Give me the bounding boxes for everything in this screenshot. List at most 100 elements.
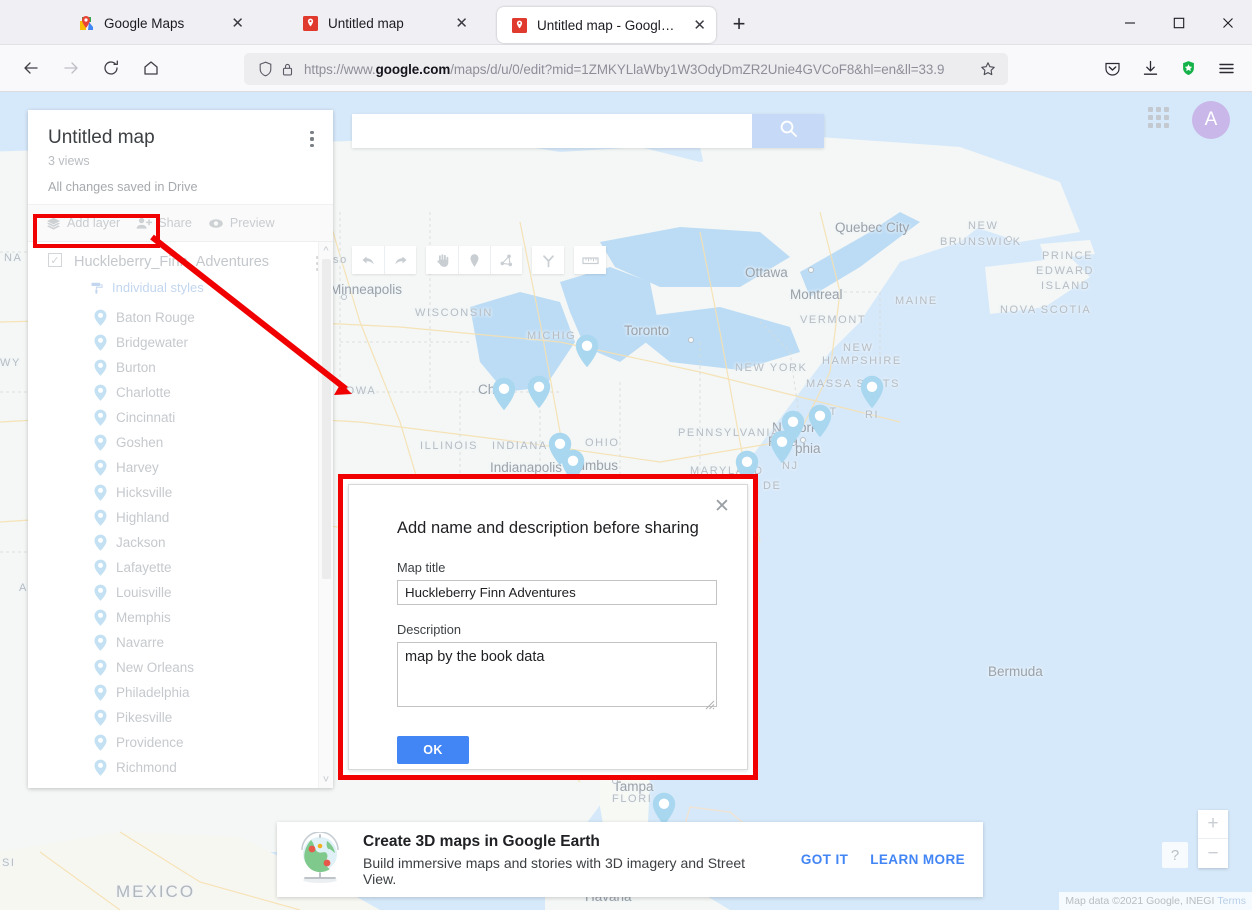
apps-grid-icon[interactable]: [1148, 107, 1174, 133]
map-title-input[interactable]: [397, 580, 717, 605]
polyline-icon[interactable]: [490, 246, 522, 274]
ok-button[interactable]: OK: [397, 736, 469, 764]
list-item[interactable]: Baton Rouge: [28, 305, 333, 330]
scrollbar-thumb[interactable]: [322, 259, 331, 579]
tracking-protection-shield-icon[interactable]: [254, 58, 276, 80]
scroll-down-icon[interactable]: ˅: [323, 771, 329, 788]
place-name: Highland: [116, 510, 170, 525]
star-icon[interactable]: [976, 57, 1000, 81]
search-button[interactable]: [752, 114, 824, 148]
list-item[interactable]: Burton: [28, 355, 333, 380]
maximize-icon[interactable]: [1154, 0, 1203, 45]
list-item[interactable]: Philadelphia: [28, 680, 333, 705]
layer-checkbox[interactable]: ✓: [48, 253, 62, 267]
place-name: Jackson: [116, 535, 166, 550]
list-item[interactable]: New Orleans: [28, 655, 333, 680]
directions-icon[interactable]: [532, 246, 564, 274]
extension-shield-icon[interactable]: [1170, 51, 1206, 85]
list-item[interactable]: Pikesville: [28, 705, 333, 730]
terms-link[interactable]: Terms: [1217, 895, 1246, 907]
pocket-icon[interactable]: [1094, 51, 1130, 85]
list-item[interactable]: Cincinnati: [28, 405, 333, 430]
list-item[interactable]: Louisville: [28, 580, 333, 605]
new-tab-button[interactable]: +: [724, 11, 754, 37]
home-icon[interactable]: [134, 51, 168, 85]
close-icon[interactable]: ✕: [711, 495, 733, 517]
avatar[interactable]: A: [1192, 101, 1230, 139]
map-title[interactable]: Untitled map: [48, 126, 317, 150]
marker-pin-icon[interactable]: [458, 246, 490, 274]
list-item[interactable]: Bridgewater: [28, 330, 333, 355]
map-search-box[interactable]: [352, 114, 824, 148]
address-bar[interactable]: https://www.google.com/maps/d/u/0/edit?m…: [244, 53, 1008, 85]
place-marker-icon: [94, 484, 107, 501]
pin-florida[interactable]: [652, 792, 676, 826]
tab-close-icon[interactable]: ✕: [445, 16, 468, 31]
padlock-icon[interactable]: [276, 58, 298, 80]
zoom-out-button[interactable]: −: [1198, 839, 1228, 868]
list-item[interactable]: Charlotte: [28, 380, 333, 405]
list-item[interactable]: Jackson: [28, 530, 333, 555]
zoom-in-button[interactable]: +: [1198, 810, 1228, 839]
url-text[interactable]: https://www.google.com/maps/d/u/0/edit?m…: [304, 62, 976, 77]
tab-untitled-map[interactable]: Untitled map ✕: [288, 6, 478, 40]
list-item[interactable]: Richmond: [28, 755, 333, 780]
undo-arrow-icon[interactable]: [352, 246, 384, 274]
forward-arrow-icon[interactable]: [54, 51, 88, 85]
close-icon[interactable]: [1203, 0, 1252, 45]
pin-michigan[interactable]: [575, 334, 599, 368]
individual-styles-row[interactable]: Individual styles: [28, 280, 333, 305]
minimize-icon[interactable]: [1105, 0, 1154, 45]
city-dot: [688, 337, 694, 343]
pin-newyork[interactable]: [808, 404, 832, 438]
panel-scrollbar[interactable]: ^ ˅: [318, 242, 333, 788]
place-marker-icon: [94, 434, 107, 451]
learn-more-button[interactable]: LEARN MORE: [870, 852, 965, 867]
list-item[interactable]: Harvey: [28, 455, 333, 480]
more-options-icon[interactable]: [301, 126, 323, 152]
got-it-button[interactable]: GOT IT: [801, 852, 848, 867]
reload-icon[interactable]: [94, 51, 128, 85]
back-arrow-icon[interactable]: [14, 51, 48, 85]
place-name: Lafayette: [116, 560, 172, 575]
help-button[interactable]: ?: [1162, 842, 1188, 868]
hand-icon[interactable]: [426, 246, 458, 274]
list-item[interactable]: Goshen: [28, 430, 333, 455]
place-name: Louisville: [116, 585, 172, 600]
map-canvas[interactable]: NA WY A SI Minneapolis WISCONSIN IOWA MICHIG Chi…: [0, 92, 1252, 910]
downloads-icon[interactable]: [1132, 51, 1168, 85]
share-button[interactable]: Share: [136, 216, 192, 231]
layer-row[interactable]: ✓ Huckleberry_Finn_Adventures: [28, 242, 333, 280]
resize-grip-icon[interactable]: [703, 697, 715, 710]
layer-list[interactable]: ✓ Huckleberry_Finn_Adventures Individual…: [28, 242, 333, 788]
ruler-icon[interactable]: [574, 246, 606, 274]
list-item[interactable]: Highland: [28, 505, 333, 530]
hamburger-menu-icon[interactable]: [1208, 51, 1244, 85]
description-input[interactable]: [397, 642, 717, 707]
promo-subtitle: Build immersive maps and stories with 3D…: [363, 854, 746, 887]
redo-arrow-icon[interactable]: [384, 246, 416, 274]
scroll-up-icon[interactable]: ^: [323, 242, 328, 259]
place-name: Baton Rouge: [116, 310, 195, 325]
add-layer-button[interactable]: Add layer: [46, 216, 120, 231]
list-item[interactable]: Memphis: [28, 605, 333, 630]
pin-michigan-sw[interactable]: [527, 375, 551, 409]
pin-massachusetts[interactable]: [860, 375, 884, 409]
place-name: New Orleans: [116, 660, 195, 675]
place-list[interactable]: Baton Rouge Bridgewater Burton Charlotte Cin…: [28, 305, 333, 780]
list-item[interactable]: Hicksville: [28, 480, 333, 505]
list-item[interactable]: Lafayette: [28, 555, 333, 580]
pin-chicago[interactable]: [492, 377, 516, 411]
tab-close-icon[interactable]: ✕: [683, 18, 706, 33]
city-dot: [808, 267, 814, 273]
tab-close-icon[interactable]: ✕: [221, 16, 244, 31]
list-item[interactable]: Navarre: [28, 630, 333, 655]
tab-untitled-map-google-my-maps[interactable]: Untitled map - Google My Maps ✕: [497, 7, 716, 43]
preview-button[interactable]: Preview: [208, 216, 275, 231]
tab-google-maps[interactable]: Google Maps ✕: [64, 6, 254, 40]
promo-title: Create 3D maps in Google Earth: [363, 832, 600, 850]
list-item[interactable]: Providence: [28, 730, 333, 755]
search-input[interactable]: [352, 114, 752, 148]
pin-philadelphia[interactable]: [770, 430, 794, 464]
add-layer-label: Add layer: [67, 216, 121, 230]
